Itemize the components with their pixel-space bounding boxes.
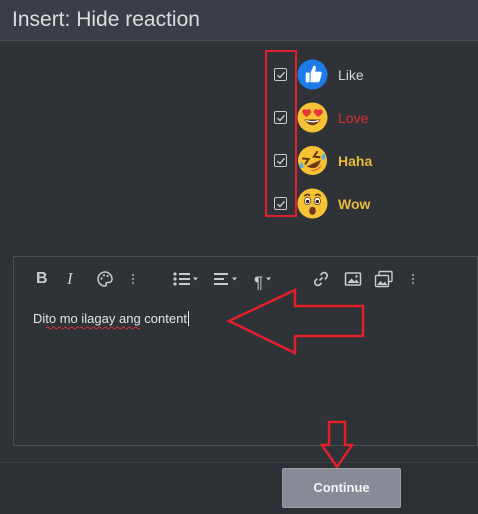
more-inline-button[interactable] bbox=[131, 270, 135, 288]
dialog-title: Insert: Hide reaction bbox=[12, 8, 200, 31]
insert-media-button[interactable] bbox=[374, 270, 394, 288]
reaction-row-love: Love bbox=[274, 102, 474, 136]
editor-text: Dito mo ilagay ang content bbox=[33, 311, 187, 326]
dialog-footer bbox=[0, 462, 478, 514]
insert-link-button[interactable] bbox=[312, 270, 330, 288]
heart-eyes-emoji-icon bbox=[297, 102, 328, 133]
more-insert-button[interactable] bbox=[411, 270, 415, 288]
insert-image-button[interactable] bbox=[344, 270, 362, 288]
reaction-row-like: Like bbox=[274, 59, 474, 93]
list-dropdown-button[interactable] bbox=[172, 270, 202, 288]
dialog-titlebar: Insert: Hide reaction bbox=[0, 0, 478, 41]
align-left-icon bbox=[214, 273, 237, 285]
surprised-emoji-icon bbox=[297, 188, 328, 219]
editor-text-area[interactable]: Dito mo ilagay ang content bbox=[33, 311, 189, 326]
image-icon bbox=[344, 272, 362, 286]
checkbox-highlight-annotation bbox=[265, 50, 297, 217]
reaction-label-wow: Wow bbox=[338, 196, 371, 212]
reaction-row-wow: Wow bbox=[274, 188, 474, 222]
thumbs-up-emoji-icon bbox=[297, 59, 328, 90]
align-dropdown-button[interactable] bbox=[213, 270, 241, 288]
gallery-icon bbox=[374, 270, 393, 288]
paragraph-dropdown-button[interactable]: ¶ bbox=[254, 270, 275, 292]
italic-button[interactable]: I bbox=[67, 270, 73, 288]
left-arrow-annotation-icon bbox=[226, 288, 365, 355]
text-caret bbox=[187, 311, 189, 326]
reaction-label-like: Like bbox=[338, 67, 364, 83]
reaction-label-haha: Haha bbox=[338, 153, 373, 169]
continue-button[interactable]: Continue bbox=[282, 468, 401, 508]
more-vertical-icon bbox=[411, 273, 415, 285]
link-icon bbox=[314, 271, 328, 287]
bold-button[interactable]: B bbox=[36, 270, 48, 288]
list-icon bbox=[173, 272, 198, 286]
text-color-button[interactable] bbox=[96, 270, 114, 288]
palette-icon bbox=[97, 271, 113, 287]
spellcheck-underline bbox=[46, 326, 140, 330]
reaction-row-haha: Haha bbox=[274, 145, 474, 179]
down-arrow-annotation-icon bbox=[319, 420, 355, 470]
laughing-emoji-icon bbox=[297, 145, 328, 176]
chevron-down-icon bbox=[266, 277, 272, 281]
more-vertical-icon bbox=[131, 273, 135, 285]
reaction-label-love: Love bbox=[338, 110, 369, 126]
